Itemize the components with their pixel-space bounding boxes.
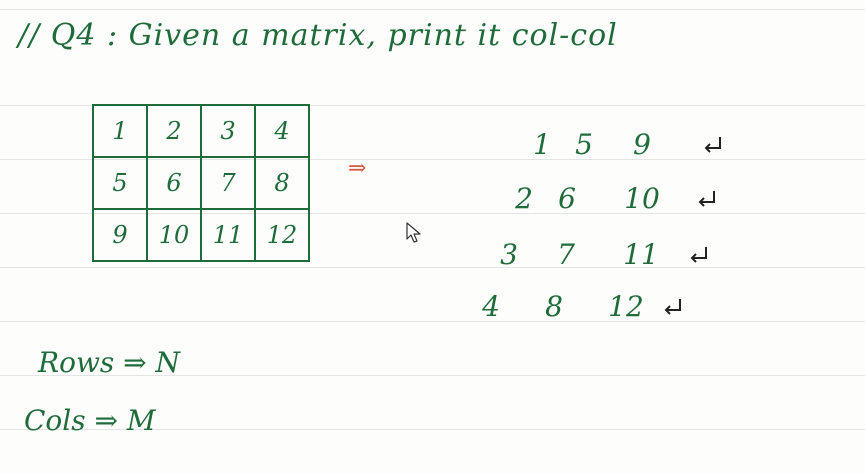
matrix-cell: 2 (146, 104, 202, 158)
output-row: 1 5 9 (528, 128, 724, 161)
return-arrow-icon (690, 246, 707, 263)
output-row: 3 7 11 (494, 238, 710, 271)
matrix-cell: 8 (254, 156, 310, 210)
output-value: 9 (633, 128, 651, 161)
output-row: 4 8 12 (478, 290, 684, 323)
return-arrow-icon (704, 136, 721, 153)
output-value: 8 (545, 290, 563, 323)
matrix-cell: 10 (146, 208, 202, 262)
output-row: 2 6 10 (506, 182, 718, 215)
rows-note: Rows ⇒ N (38, 346, 181, 379)
matrix-cell: 6 (146, 156, 202, 210)
matrix-cell: 3 (200, 104, 256, 158)
return-arrow-icon (698, 190, 715, 207)
matrix-cell: 4 (254, 104, 310, 158)
output-value: 2 (515, 182, 533, 215)
output-value: 5 (575, 128, 593, 161)
matrix-cell: 12 (254, 208, 310, 262)
output-value: 3 (500, 238, 518, 271)
output-value: 6 (558, 182, 576, 215)
matrix-cell: 5 (92, 156, 148, 210)
output-value: 4 (482, 290, 500, 323)
matrix-cell: 9 (92, 208, 148, 262)
output-value: 1 (533, 128, 551, 161)
output-value: 10 (624, 182, 660, 215)
output-value: 7 (557, 238, 575, 271)
matrix-cell: 7 (200, 156, 256, 210)
implies-arrow: ⇒ (348, 156, 367, 181)
cols-note: Cols ⇒ M (24, 404, 156, 437)
matrix-cell: 1 (92, 104, 148, 158)
output-value: 11 (623, 238, 659, 271)
output-value: 12 (608, 290, 644, 323)
matrix-row: 5 6 7 8 (92, 156, 310, 210)
return-arrow-icon (664, 298, 681, 315)
page-title: // Q4 : Given a matrix, print it col-col (18, 18, 618, 53)
matrix-cell: 11 (200, 208, 256, 262)
matrix-row: 9 10 11 12 (92, 208, 310, 262)
input-matrix: 1 2 3 4 5 6 7 8 9 10 11 12 (92, 104, 310, 262)
matrix-row: 1 2 3 4 (92, 104, 310, 158)
mouse-pointer-icon (406, 222, 421, 243)
